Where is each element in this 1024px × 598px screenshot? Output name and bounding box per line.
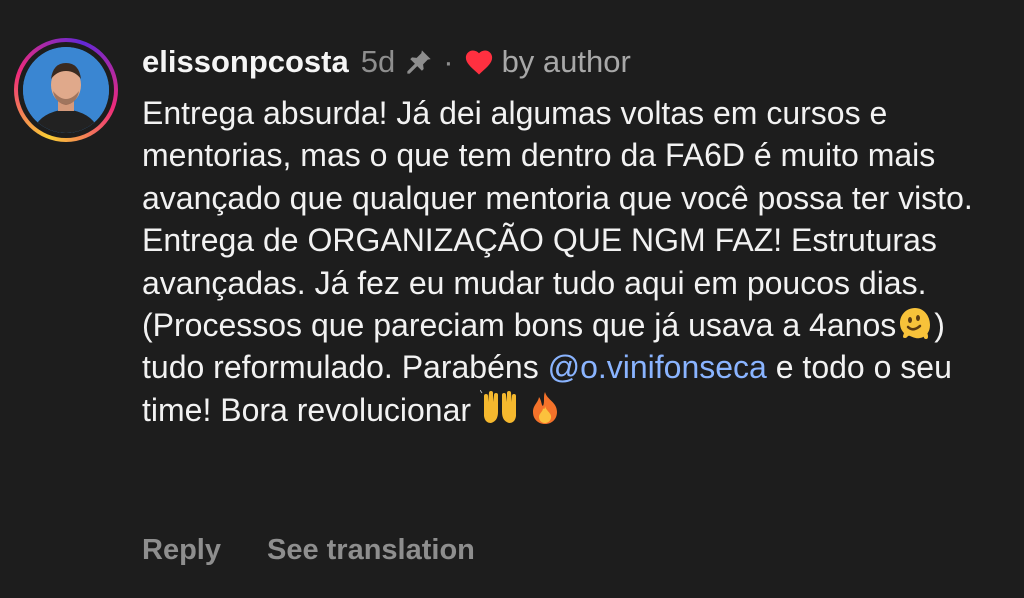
raised-hands-emoji (479, 388, 518, 426)
pin-icon (405, 48, 433, 76)
comment-text-part-1: Entrega absurda! Já dei algumas voltas e… (142, 95, 973, 344)
melting-face-emoji (896, 305, 934, 341)
comment-actions: Reply See translation (142, 534, 475, 567)
comment-text: Entrega absurda! Já dei algumas voltas e… (142, 92, 1012, 431)
avatar[interactable] (23, 47, 109, 133)
heart-icon (464, 48, 494, 76)
timestamp: 5d (360, 44, 396, 79)
comment-meta: elissonpcosta 5d · by author (142, 40, 631, 84)
avatar-image (23, 47, 109, 133)
see-translation-button[interactable]: See translation (267, 534, 475, 567)
comment: elissonpcosta 5d · by author Entrega abs… (0, 0, 1024, 598)
separator-dot: · (443, 44, 454, 79)
mention-link[interactable]: @o.vinifonseca (548, 349, 767, 385)
avatar-story-ring[interactable] (14, 38, 118, 142)
username[interactable]: elissonpcosta (142, 44, 349, 80)
fire-emoji (527, 390, 565, 426)
liked-by-author-label: by author (501, 44, 631, 79)
reply-button[interactable]: Reply (142, 534, 221, 567)
